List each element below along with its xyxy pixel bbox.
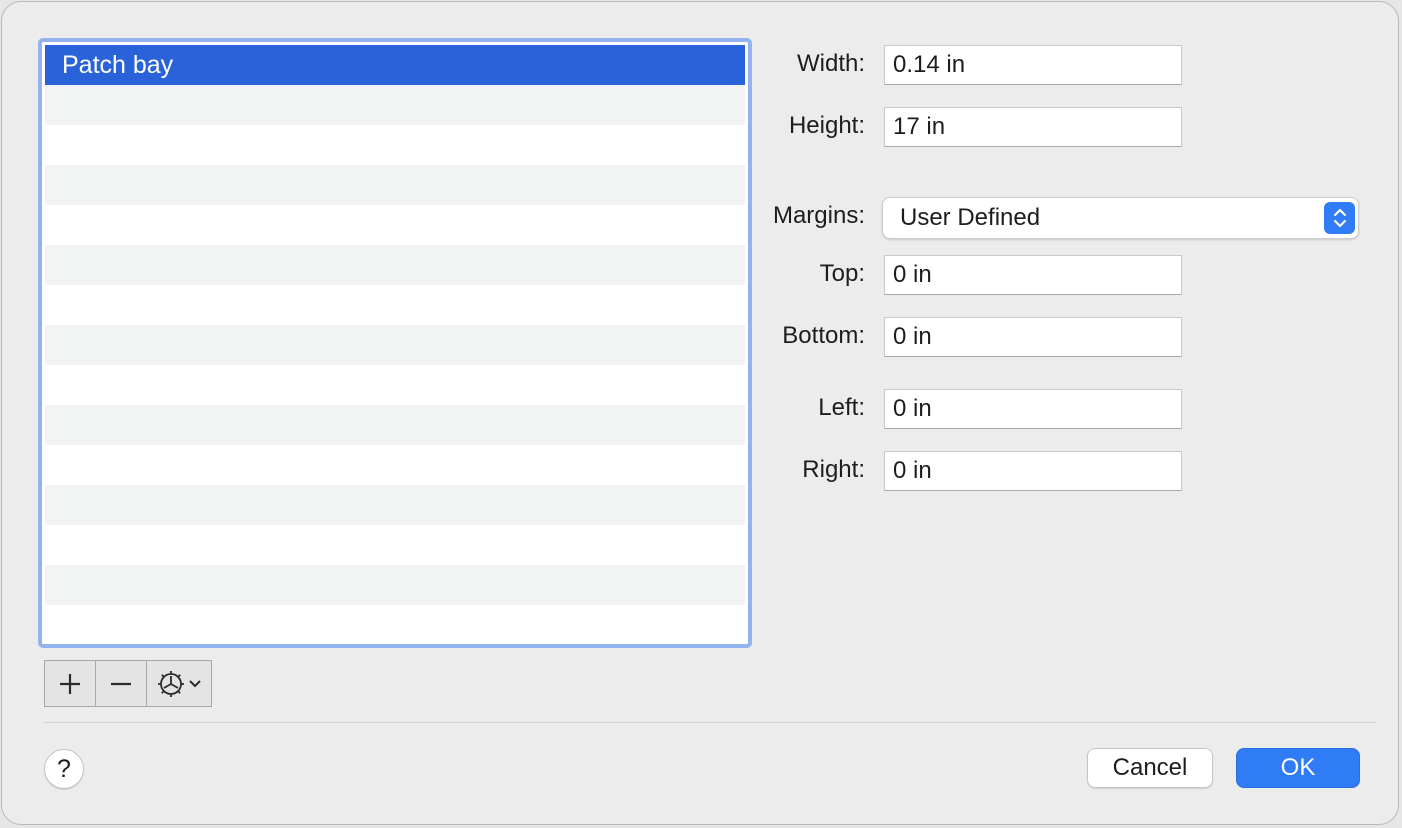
paper-size-list[interactable]: Patch bay (38, 38, 752, 648)
paper-size-list-rows: Patch bay (45, 45, 745, 641)
bottom-margin-field[interactable] (884, 317, 1182, 357)
right-margin-label: Right: (802, 456, 865, 483)
remove-button[interactable] (96, 661, 147, 706)
plus-icon (60, 673, 80, 694)
actions-menu-button[interactable] (147, 661, 211, 706)
top-label-box: Top: (702, 254, 865, 294)
right-label-box: Right: (702, 450, 865, 490)
width-label-box: Width: (702, 44, 865, 84)
list-item[interactable] (45, 605, 745, 641)
list-item[interactable] (45, 165, 745, 205)
list-item[interactable] (45, 445, 745, 485)
list-item[interactable] (45, 485, 745, 525)
list-item[interactable] (45, 285, 745, 325)
minus-icon (111, 682, 131, 685)
height-label-box: Height: (702, 106, 865, 146)
list-item[interactable]: Patch bay (45, 45, 745, 85)
height-label: Height: (788, 112, 865, 139)
list-controls (44, 660, 212, 707)
bottom-margin-label: Bottom: (782, 322, 865, 349)
cancel-button[interactable]: Cancel (1087, 748, 1213, 788)
help-button[interactable]: ? (44, 749, 84, 789)
list-item[interactable] (45, 405, 745, 445)
popup-arrows-icon (1324, 202, 1355, 234)
list-item[interactable] (45, 365, 745, 405)
margins-popup-value: User Defined (900, 204, 1041, 231)
list-item[interactable] (45, 525, 745, 565)
left-margin-label: Left: (818, 394, 865, 421)
page-setup-dialog: Patch bay Width: 0.14 in Height: 17 in M… (1, 1, 1399, 825)
list-item[interactable] (45, 245, 745, 285)
gear-icon (158, 670, 184, 697)
top-margin-field[interactable] (884, 255, 1182, 295)
margins-label: Margins: (772, 202, 865, 229)
list-item[interactable] (45, 205, 745, 245)
left-label-box: Left: (702, 388, 865, 428)
ok-button[interactable]: OK (1236, 748, 1360, 788)
add-button[interactable] (45, 661, 96, 706)
width-label: Width: (796, 50, 865, 77)
width-field[interactable] (884, 45, 1182, 85)
list-item[interactable] (45, 125, 745, 165)
left-margin-field[interactable] (884, 389, 1182, 429)
chevron-down-icon (189, 679, 201, 687)
margins-label-box: Margins: (702, 196, 865, 236)
margins-popup[interactable]: User Defined (882, 197, 1359, 239)
list-item[interactable] (45, 85, 745, 125)
top-margin-label: Top: (819, 260, 865, 287)
list-item[interactable] (45, 325, 745, 365)
right-margin-field[interactable] (884, 451, 1182, 491)
bottom-label-box: Bottom: (702, 316, 865, 356)
height-field[interactable] (884, 107, 1182, 147)
footer-divider (43, 722, 1377, 723)
list-item[interactable] (45, 565, 745, 605)
